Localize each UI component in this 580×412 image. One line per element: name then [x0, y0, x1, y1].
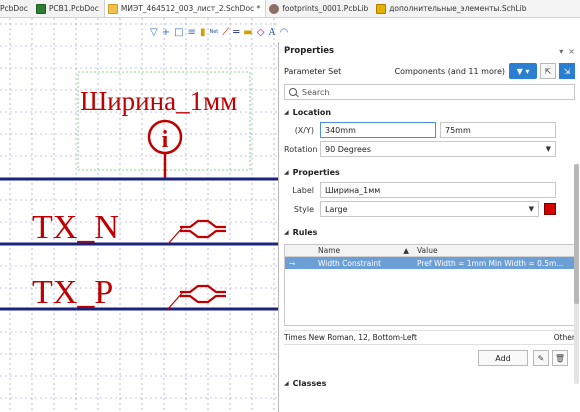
column-value[interactable]: Value	[413, 246, 574, 255]
tab-label: footprints_0001.PcbLib	[282, 4, 369, 13]
filter-icon[interactable]: ▽	[150, 26, 158, 38]
align-icon[interactable]: ≡	[188, 26, 196, 38]
harness-icon[interactable]: ▬	[243, 26, 252, 38]
text-directive-label[interactable]: Ширина_1мм	[80, 86, 237, 116]
active-bar-toolbar: ▽ + □ ≡ ▮ Net ⟋ ═ ▬ ◇ A ◠	[150, 22, 288, 42]
rotation-row: Rotation 90 Degrees ▼	[279, 140, 580, 158]
edit-icon[interactable]: ✎	[533, 350, 549, 366]
tab-label: PcbDoc	[0, 4, 28, 13]
rules-table-header: Name ▲ Value	[285, 245, 574, 257]
x-field[interactable]: 340mm	[320, 122, 436, 138]
net-label-icon[interactable]: Net	[209, 26, 218, 38]
close-icon[interactable]: ×	[568, 47, 575, 56]
move-icon[interactable]: +	[162, 26, 170, 38]
section-rules[interactable]: ◢ Rules	[279, 224, 580, 240]
collapse-icon: ◢	[284, 379, 289, 387]
net-label-tx-n[interactable]: TX_N	[32, 209, 119, 246]
table-row[interactable]: ⊸ Width Constraint Pref Width = 1mm Min …	[285, 257, 574, 269]
pcb-lib-icon	[269, 3, 280, 14]
label-row: Label Ширина_1мм	[279, 180, 580, 200]
rule-name: Width Constraint	[318, 258, 382, 268]
add-button[interactable]: Add	[478, 350, 528, 366]
tab-label: дополнительные_элементы.SchLib	[389, 4, 527, 13]
rotation-value: 90 Degrees	[325, 144, 372, 154]
panel-menu-icon[interactable]: ▾	[559, 47, 563, 56]
section-classes[interactable]: ◢ Classes	[279, 375, 580, 391]
tab-pcbdoc-partial[interactable]: PcbDoc	[0, 0, 33, 17]
y-field[interactable]: 75mm	[440, 122, 556, 138]
search-input[interactable]: Search	[284, 84, 575, 100]
panel-title-bar: Properties ▾ ×	[279, 42, 580, 60]
properties-panel: Properties ▾ × Parameter Set Components …	[278, 42, 580, 412]
tab-label: МИЭТ_464512_003_лист_2.SchDoc *	[120, 4, 261, 13]
section-title: Rules	[292, 227, 318, 237]
search-icon	[289, 88, 297, 96]
trash-icon[interactable]: 🗑	[552, 350, 568, 366]
font-row: Times New Roman, 12, Bottom-Left Other	[284, 330, 575, 345]
sort-asc-icon: ▲	[403, 246, 409, 255]
other-link[interactable]: Other	[554, 333, 575, 342]
rule-value: Pref Width = 1mm Min Width = 0.5m...	[417, 258, 564, 268]
font-label[interactable]: Times New Roman, 12, Bottom-Left	[284, 333, 417, 342]
wire-icon[interactable]: ⟋	[222, 26, 229, 38]
chevron-down-icon: ▼	[545, 145, 551, 153]
bus-icon[interactable]: ═	[233, 26, 239, 38]
tab-footprints[interactable]: footprints_0001.PcbLib	[266, 0, 373, 17]
arc-icon[interactable]: ◠	[280, 26, 289, 38]
section-title: Location	[292, 107, 332, 117]
parameter-set-row: Parameter Set Components (and 11 more) ▼…	[279, 60, 580, 82]
section-title: Classes	[292, 378, 327, 388]
pcb-doc-icon	[35, 3, 46, 14]
schematic-canvas[interactable]: Ширина_1мм i TX_N TX_P	[0, 18, 278, 412]
rule-icon: ⊸	[289, 258, 296, 268]
xy-row: (X/Y) 340mm 75mm	[279, 120, 580, 140]
rules-table: Name ▲ Value ⊸ Width Constraint Pref Widt…	[284, 244, 575, 326]
scroll-thumb[interactable]	[574, 164, 579, 304]
label-field[interactable]: Ширина_1мм	[320, 182, 556, 198]
select-icon[interactable]: ⇱	[540, 63, 556, 79]
search-placeholder: Search	[302, 87, 330, 97]
collapse-icon: ◢	[284, 168, 289, 176]
filter-dropdown-button[interactable]: ▼ ▾	[509, 63, 537, 79]
parameter-set-label: Parameter Set	[284, 66, 342, 76]
rules-actions: Add ✎ 🗑	[279, 345, 580, 371]
style-value: Large	[325, 204, 348, 214]
part-icon[interactable]: ▮	[200, 26, 206, 38]
select-rect-icon[interactable]: □	[174, 26, 183, 38]
section-properties[interactable]: ◢ Properties	[279, 164, 580, 180]
rotation-label: Rotation	[284, 144, 318, 154]
panel-scrollbar[interactable]	[574, 164, 579, 384]
net-label-tx-p[interactable]: TX_P	[32, 274, 113, 311]
sch-doc-icon	[107, 3, 118, 14]
section-location[interactable]: ◢ Location	[279, 104, 580, 120]
collapse-icon: ◢	[284, 228, 289, 236]
diff-pair-directive-n[interactable]	[167, 219, 226, 245]
tab-schdoc-active[interactable]: МИЭТ_464512_003_лист_2.SchDoc *	[103, 0, 267, 17]
xy-label: (X/Y)	[294, 125, 314, 135]
style-label: Style	[293, 204, 314, 214]
text-icon[interactable]: A	[268, 26, 275, 38]
style-row: Style Large ▼	[279, 200, 580, 218]
collapse-icon: ◢	[284, 108, 289, 116]
tab-pcb1[interactable]: PCB1.PcbDoc	[33, 0, 104, 17]
rotation-select[interactable]: 90 Degrees ▼	[320, 141, 556, 157]
label-label: Label	[292, 185, 314, 195]
diff-pair-directive-p[interactable]	[167, 284, 226, 310]
tab-label: PCB1.PcbDoc	[48, 4, 99, 13]
panel-title: Properties	[284, 46, 335, 56]
style-select[interactable]: Large ▼	[320, 201, 539, 217]
section-title: Properties	[292, 167, 340, 177]
column-name[interactable]: Name	[318, 246, 340, 255]
port-icon[interactable]: ◇	[257, 26, 265, 38]
tab-schlib[interactable]: дополнительные_элементы.SchLib	[373, 0, 531, 17]
chevron-down-icon: ▼	[528, 205, 534, 213]
sch-lib-icon	[376, 3, 387, 14]
parameter-set-value: Components (and 11 more)	[394, 66, 505, 76]
color-swatch[interactable]	[544, 203, 556, 215]
document-tab-bar: PcbDoc PCB1.PcbDoc МИЭТ_464512_003_лист_…	[0, 0, 580, 18]
directive-glyph: i	[162, 127, 169, 153]
select-all-icon[interactable]: ⇲	[559, 63, 575, 79]
